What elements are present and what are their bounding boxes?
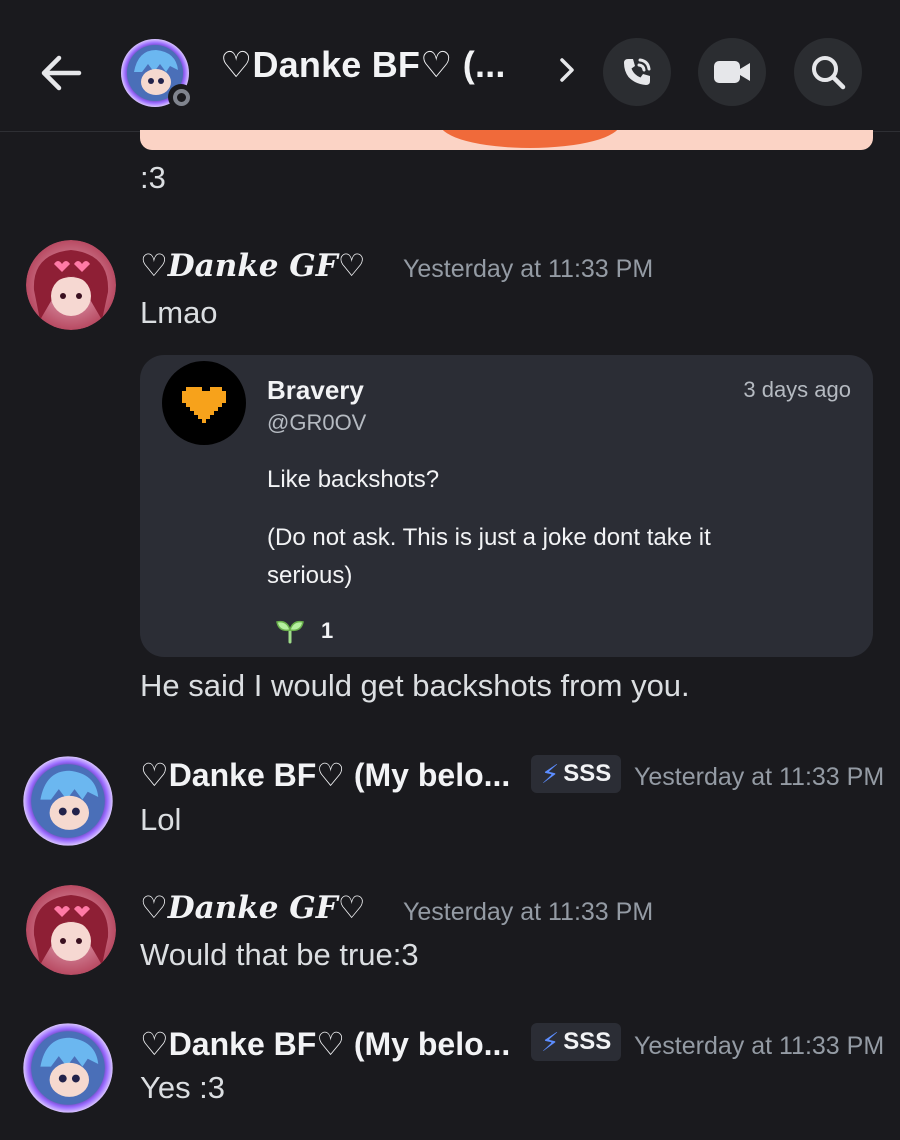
server-tag-badge[interactable]: ⚡ SSS xyxy=(531,755,622,793)
back-button[interactable] xyxy=(38,50,84,96)
username[interactable]: ♡Danke GF♡ xyxy=(140,890,366,926)
header-chevron[interactable] xyxy=(552,52,582,88)
timestamp: Yesterday at 11:33 PM xyxy=(634,1032,885,1060)
avatar[interactable] xyxy=(26,885,116,975)
message-text: :3 xyxy=(140,160,166,195)
sprout-icon xyxy=(276,620,304,644)
timestamp: Yesterday at 11:33 PM xyxy=(403,898,654,926)
embed-avatar xyxy=(162,361,246,445)
embed-time: 3 days ago xyxy=(743,377,851,402)
orange-heart-icon xyxy=(182,387,226,423)
embed-text-line: (Do not ask. This is just a joke dont ta… xyxy=(267,524,711,551)
username[interactable]: ♡Danke BF♡ (My belo... xyxy=(140,1025,510,1063)
lightning-icon: ⚡ xyxy=(541,1026,560,1057)
link-embed-card[interactable]: Bravery @GR0OV 3 days ago Like backshots… xyxy=(140,355,873,657)
bf-avatar-image xyxy=(23,756,113,846)
message-text: Yes :3 xyxy=(140,1070,226,1105)
message-text: He said I would get backshots from you. xyxy=(140,668,690,703)
username[interactable]: ♡Danke GF♡ xyxy=(140,248,366,284)
search-button[interactable] xyxy=(794,38,862,106)
embed-author-name[interactable]: Bravery xyxy=(267,375,364,406)
video-call-button[interactable] xyxy=(698,38,766,106)
channel-title[interactable]: ♡Danke BF♡ (... xyxy=(220,44,506,86)
video-camera-icon xyxy=(714,61,750,83)
like-count: 1 xyxy=(321,618,334,643)
status-indicator xyxy=(168,84,194,110)
server-tag-label: SSS xyxy=(563,1028,612,1055)
lightning-icon: ⚡ xyxy=(541,758,560,789)
embed-author-handle[interactable]: @GR0OV xyxy=(267,410,366,436)
message-text: Would that be true:3 xyxy=(140,937,419,972)
timestamp: Yesterday at 11:33 PM xyxy=(403,255,654,283)
chat-header: ♡Danke BF♡ (... xyxy=(0,0,900,132)
embed-text-line: serious) xyxy=(267,562,353,589)
avatar[interactable] xyxy=(26,240,116,330)
header-avatar[interactable] xyxy=(120,38,194,110)
embed-text-line: Like backshots? xyxy=(267,466,440,493)
username[interactable]: ♡Danke BF♡ (My belo... xyxy=(140,756,510,794)
avatar[interactable] xyxy=(22,755,114,847)
voice-call-button[interactable] xyxy=(603,38,671,106)
server-tag-label: SSS xyxy=(563,760,612,787)
phone-call-icon xyxy=(624,58,651,85)
gf-avatar-image xyxy=(26,240,116,330)
arrow-left-icon xyxy=(41,55,82,91)
bf-avatar-image xyxy=(23,1023,113,1113)
gf-avatar-image xyxy=(26,885,116,975)
chevron-right-icon xyxy=(560,58,574,82)
embed-like-count[interactable]: 1 xyxy=(275,618,333,644)
message-text: Lmao xyxy=(140,295,218,330)
previous-image-attachment[interactable] xyxy=(140,130,873,150)
timestamp: Yesterday at 11:33 PM xyxy=(634,763,885,791)
avatar[interactable] xyxy=(22,1022,114,1114)
server-tag-badge[interactable]: ⚡ SSS xyxy=(531,1023,622,1061)
message-text: Lol xyxy=(140,802,182,837)
search-icon xyxy=(812,56,846,90)
